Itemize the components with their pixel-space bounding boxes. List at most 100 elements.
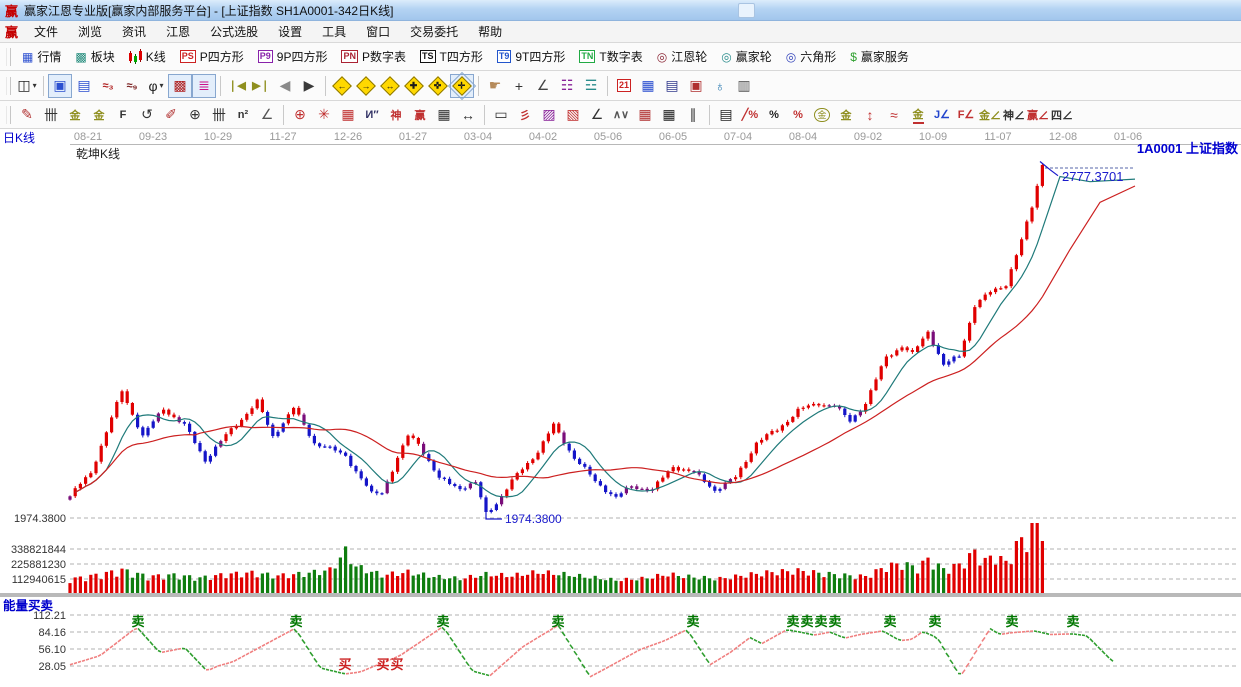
first-bar-button[interactable]: ❘◀ — [225, 74, 249, 98]
fan-lines-red-button[interactable]: 彡 — [513, 103, 537, 127]
hist-ruler-button[interactable]: ▤ — [714, 103, 738, 127]
toolbar-grip[interactable] — [6, 106, 11, 124]
box-frame-button[interactable]: ▭ — [489, 103, 513, 127]
pencil-ruler-button[interactable]: ✐ — [159, 103, 183, 127]
gann-circle-button[interactable]: ⊕ — [183, 103, 207, 127]
gold-divider-1-button[interactable]: 金 — [63, 103, 87, 127]
menu-item-交易委托[interactable]: 交易委托 — [400, 20, 468, 43]
notepad-button[interactable]: ▤ — [660, 74, 684, 98]
last-bar-button[interactable]: ▶❘ — [249, 74, 273, 98]
9t-square-button[interactable]: T99T四方形 — [490, 45, 573, 68]
parallel-lines-button[interactable]: ∥ — [681, 103, 705, 127]
pane-splitter[interactable] — [0, 593, 1241, 597]
f-angle-button[interactable]: F∠ — [954, 103, 978, 127]
shift-left-button[interactable]: ← — [330, 74, 354, 98]
bar-counter-button[interactable]: 卌 — [207, 103, 231, 127]
save-button[interactable]: ▣ — [684, 74, 708, 98]
menu-item-设置[interactable]: 设置 — [268, 20, 312, 43]
j-angle-button[interactable]: J∠ — [930, 103, 954, 127]
kline-button[interactable]: K线 — [122, 45, 173, 68]
zigzag-tool-button[interactable]: ∧∨ — [609, 103, 633, 127]
menu-item-工具[interactable]: 工具 — [312, 20, 356, 43]
angle-measure-tool-button[interactable]: ∠ — [531, 74, 555, 98]
9p-square-button[interactable]: P99P四方形 — [251, 45, 335, 68]
gold-circle-button[interactable]: 金 — [810, 103, 834, 127]
draw-pencil-button[interactable]: ✎ — [15, 103, 39, 127]
hand-tool-button[interactable]: ☛ — [483, 74, 507, 98]
candle-period-dropdown-button[interactable]: ◫▾ — [15, 74, 39, 98]
fib-divider-button[interactable]: F — [111, 103, 135, 127]
calendar-button[interactable]: 21 — [612, 74, 636, 98]
fit-all-button[interactable]: ✛ — [450, 74, 474, 98]
n-square-button[interactable]: n² — [231, 103, 255, 127]
shen-angle-button[interactable]: 神∠ — [1002, 103, 1026, 127]
menu-item-文件[interactable]: 文件 — [24, 20, 68, 43]
web-update-button[interactable]: ♁ — [708, 74, 732, 98]
fan-box-red-button[interactable]: ▧ — [561, 103, 585, 127]
winner-wheel-button[interactable]: ◎赢家轮 — [714, 45, 779, 68]
compress-bars-button[interactable]: ✜ — [426, 74, 450, 98]
winner-service-button[interactable]: $赢家服务 — [843, 45, 916, 68]
gold-needle-button[interactable]: ↕ — [858, 103, 882, 127]
spiral-tool-button[interactable]: ↺ — [135, 103, 159, 127]
ying-tool-button[interactable]: 赢 — [408, 103, 432, 127]
menu-item-江恩[interactable]: 江恩 — [156, 20, 200, 43]
menu-item-帮助[interactable]: 帮助 — [468, 20, 512, 43]
chart-canvas[interactable]: 08-2109-2310-2911-2712-2601-2703-0404-02… — [0, 129, 1241, 682]
expand-bars-button[interactable]: ✚ — [402, 74, 426, 98]
percent-button[interactable]: % — [762, 103, 786, 127]
gann-grid-red-button[interactable]: ▦ — [336, 103, 360, 127]
t-number-table-button[interactable]: TNT数字表 — [572, 45, 649, 68]
zoom-horizontal-button[interactable]: ↔ — [378, 74, 402, 98]
fractal-tool-button[interactable]: ☲ — [579, 74, 603, 98]
ray-lines-button[interactable]: ∠ — [585, 103, 609, 127]
toolbar-grip[interactable] — [6, 48, 11, 66]
gold-angle-button[interactable]: 金∠ — [978, 103, 1002, 127]
f10-info-button[interactable]: ▤ — [72, 74, 96, 98]
percent-line-button[interactable]: ╱% — [738, 103, 762, 127]
menu-item-资讯[interactable]: 资讯 — [112, 20, 156, 43]
toolbar-grip[interactable] — [6, 77, 11, 95]
hexagon-button[interactable]: ◎六角形 — [779, 45, 844, 68]
fan-box-purple-button[interactable]: ▨ — [537, 103, 561, 127]
candle-type-dropdown-button[interactable]: φ▾ — [144, 74, 168, 98]
shift-right-button[interactable]: → — [354, 74, 378, 98]
gann-box-tool-button[interactable]: ☷ — [555, 74, 579, 98]
width-measure-button[interactable]: ↔ — [456, 103, 480, 127]
grid-123-button[interactable]: ▦ — [432, 103, 456, 127]
time-divider-button[interactable]: 卌 — [39, 103, 63, 127]
t-square-button[interactable]: TST四方形 — [413, 45, 490, 68]
circle-cross-red-button[interactable]: ⊕ — [288, 103, 312, 127]
ying-angle-button[interactable]: 赢∠ — [1026, 103, 1050, 127]
shen-tool-button[interactable]: 神 — [384, 103, 408, 127]
prev-bar-button[interactable]: ◀ — [273, 74, 297, 98]
grid-dense-button[interactable]: ▦ — [657, 103, 681, 127]
gold-under-red-button[interactable]: 金 — [906, 103, 930, 127]
menu-item-浏览[interactable]: 浏览 — [68, 20, 112, 43]
n-quote-button[interactable]: И″ — [360, 103, 384, 127]
wave-9-button[interactable]: ≈₉ — [120, 74, 144, 98]
crosshair-tool-button[interactable]: + — [507, 74, 531, 98]
gann-wheel-button[interactable]: ◎江恩轮 — [650, 45, 715, 68]
zoom-chart-button[interactable]: ▣ — [48, 74, 72, 98]
angle-mirror-button[interactable]: ∠ — [255, 103, 279, 127]
star-grid-button[interactable]: ✳ — [312, 103, 336, 127]
wave-3-button[interactable]: ≈₃ — [96, 74, 120, 98]
menu-item-公式选股[interactable]: 公式选股 — [200, 20, 268, 43]
p-number-table-button[interactable]: PNP数字表 — [334, 45, 413, 68]
gold-lines-button[interactable]: 金 — [834, 103, 858, 127]
volume-profile-button[interactable]: ≣ — [192, 74, 216, 98]
grid-dense-red-button[interactable]: ▦ — [633, 103, 657, 127]
print-setup-button[interactable]: ▥ — [732, 74, 756, 98]
calculator-button[interactable]: ▦ — [636, 74, 660, 98]
percent-red-button[interactable]: % — [786, 103, 810, 127]
titlebar-mini-button[interactable] — [738, 3, 755, 18]
gold-divider-2-button[interactable]: 金 — [87, 103, 111, 127]
four-angle-button[interactable]: 四∠ — [1050, 103, 1074, 127]
menu-item-窗口[interactable]: 窗口 — [356, 20, 400, 43]
p-square-button[interactable]: PSP四方形 — [173, 45, 251, 68]
sectors-button[interactable]: ▩板块 — [68, 45, 121, 68]
region-map-button[interactable]: ▩ — [168, 74, 192, 98]
quotes-button[interactable]: ▦行情 — [15, 45, 68, 68]
wave-gold-button[interactable]: ≈ — [882, 103, 906, 127]
